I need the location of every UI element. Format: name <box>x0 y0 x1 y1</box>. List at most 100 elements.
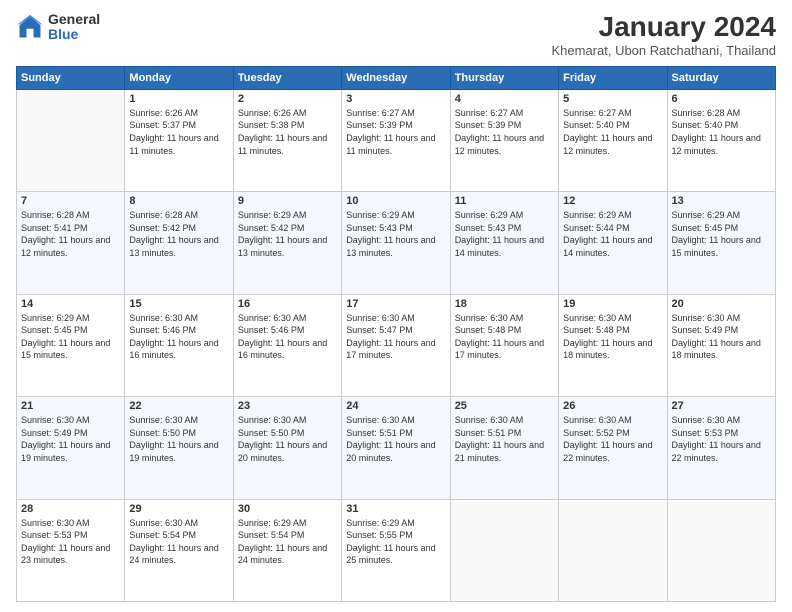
calendar-cell-1-0: 7 Sunrise: 6:28 AMSunset: 5:41 PMDayligh… <box>17 192 125 294</box>
day-number: 10 <box>346 195 445 207</box>
calendar-cell-2-6: 20 Sunrise: 6:30 AMSunset: 5:49 PMDaylig… <box>667 294 775 396</box>
day-info: Sunrise: 6:29 AMSunset: 5:45 PMDaylight:… <box>21 313 110 361</box>
calendar-cell-0-3: 3 Sunrise: 6:27 AMSunset: 5:39 PMDayligh… <box>342 89 450 191</box>
logo-general-text: General <box>48 12 100 27</box>
day-number: 15 <box>129 298 228 310</box>
calendar-cell-2-1: 15 Sunrise: 6:30 AMSunset: 5:46 PMDaylig… <box>125 294 233 396</box>
day-number: 11 <box>455 195 554 207</box>
header: General Blue January 2024 Khemarat, Ubon… <box>16 12 776 58</box>
week-row-5: 28 Sunrise: 6:30 AMSunset: 5:53 PMDaylig… <box>17 499 776 601</box>
day-number: 18 <box>455 298 554 310</box>
calendar-cell-2-2: 16 Sunrise: 6:30 AMSunset: 5:46 PMDaylig… <box>233 294 341 396</box>
calendar-cell-3-2: 23 Sunrise: 6:30 AMSunset: 5:50 PMDaylig… <box>233 397 341 499</box>
calendar-cell-4-4 <box>450 499 558 601</box>
day-info: Sunrise: 6:30 AMSunset: 5:51 PMDaylight:… <box>455 415 544 463</box>
week-row-2: 7 Sunrise: 6:28 AMSunset: 5:41 PMDayligh… <box>17 192 776 294</box>
calendar-cell-1-4: 11 Sunrise: 6:29 AMSunset: 5:43 PMDaylig… <box>450 192 558 294</box>
day-number: 19 <box>563 298 662 310</box>
day-number: 25 <box>455 400 554 412</box>
day-number: 31 <box>346 503 445 515</box>
calendar-cell-2-4: 18 Sunrise: 6:30 AMSunset: 5:48 PMDaylig… <box>450 294 558 396</box>
day-info: Sunrise: 6:27 AMSunset: 5:39 PMDaylight:… <box>455 108 544 156</box>
week-row-3: 14 Sunrise: 6:29 AMSunset: 5:45 PMDaylig… <box>17 294 776 396</box>
day-number: 24 <box>346 400 445 412</box>
day-number: 20 <box>672 298 771 310</box>
day-info: Sunrise: 6:30 AMSunset: 5:46 PMDaylight:… <box>238 313 327 361</box>
day-info: Sunrise: 6:30 AMSunset: 5:48 PMDaylight:… <box>563 313 652 361</box>
day-number: 1 <box>129 93 228 105</box>
title-block: January 2024 Khemarat, Ubon Ratchathani,… <box>551 12 776 58</box>
day-info: Sunrise: 6:30 AMSunset: 5:46 PMDaylight:… <box>129 313 218 361</box>
calendar-cell-3-3: 24 Sunrise: 6:30 AMSunset: 5:51 PMDaylig… <box>342 397 450 499</box>
calendar-cell-0-4: 4 Sunrise: 6:27 AMSunset: 5:39 PMDayligh… <box>450 89 558 191</box>
day-number: 26 <box>563 400 662 412</box>
col-friday: Friday <box>559 66 667 89</box>
day-number: 7 <box>21 195 120 207</box>
day-info: Sunrise: 6:29 AMSunset: 5:55 PMDaylight:… <box>346 518 435 566</box>
page: General Blue January 2024 Khemarat, Ubon… <box>0 0 792 612</box>
day-info: Sunrise: 6:26 AMSunset: 5:37 PMDaylight:… <box>129 108 218 156</box>
day-info: Sunrise: 6:29 AMSunset: 5:42 PMDaylight:… <box>238 210 327 258</box>
day-info: Sunrise: 6:29 AMSunset: 5:43 PMDaylight:… <box>346 210 435 258</box>
calendar-cell-0-0 <box>17 89 125 191</box>
day-number: 13 <box>672 195 771 207</box>
calendar-cell-1-5: 12 Sunrise: 6:29 AMSunset: 5:44 PMDaylig… <box>559 192 667 294</box>
day-number: 28 <box>21 503 120 515</box>
day-info: Sunrise: 6:28 AMSunset: 5:41 PMDaylight:… <box>21 210 110 258</box>
calendar-cell-2-5: 19 Sunrise: 6:30 AMSunset: 5:48 PMDaylig… <box>559 294 667 396</box>
calendar-cell-4-1: 29 Sunrise: 6:30 AMSunset: 5:54 PMDaylig… <box>125 499 233 601</box>
day-number: 16 <box>238 298 337 310</box>
day-number: 30 <box>238 503 337 515</box>
day-info: Sunrise: 6:30 AMSunset: 5:52 PMDaylight:… <box>563 415 652 463</box>
day-info: Sunrise: 6:30 AMSunset: 5:53 PMDaylight:… <box>21 518 110 566</box>
day-info: Sunrise: 6:29 AMSunset: 5:43 PMDaylight:… <box>455 210 544 258</box>
calendar-cell-3-1: 22 Sunrise: 6:30 AMSunset: 5:50 PMDaylig… <box>125 397 233 499</box>
day-info: Sunrise: 6:26 AMSunset: 5:38 PMDaylight:… <box>238 108 327 156</box>
calendar-header-row: Sunday Monday Tuesday Wednesday Thursday… <box>17 66 776 89</box>
calendar-cell-3-4: 25 Sunrise: 6:30 AMSunset: 5:51 PMDaylig… <box>450 397 558 499</box>
day-info: Sunrise: 6:28 AMSunset: 5:40 PMDaylight:… <box>672 108 761 156</box>
day-number: 4 <box>455 93 554 105</box>
day-number: 23 <box>238 400 337 412</box>
calendar-cell-1-1: 8 Sunrise: 6:28 AMSunset: 5:42 PMDayligh… <box>125 192 233 294</box>
day-number: 27 <box>672 400 771 412</box>
day-number: 22 <box>129 400 228 412</box>
calendar-cell-3-5: 26 Sunrise: 6:30 AMSunset: 5:52 PMDaylig… <box>559 397 667 499</box>
main-title: January 2024 <box>551 12 776 43</box>
calendar-cell-2-0: 14 Sunrise: 6:29 AMSunset: 5:45 PMDaylig… <box>17 294 125 396</box>
week-row-1: 1 Sunrise: 6:26 AMSunset: 5:37 PMDayligh… <box>17 89 776 191</box>
calendar-cell-2-3: 17 Sunrise: 6:30 AMSunset: 5:47 PMDaylig… <box>342 294 450 396</box>
day-info: Sunrise: 6:30 AMSunset: 5:50 PMDaylight:… <box>129 415 218 463</box>
col-tuesday: Tuesday <box>233 66 341 89</box>
calendar-cell-0-2: 2 Sunrise: 6:26 AMSunset: 5:38 PMDayligh… <box>233 89 341 191</box>
col-sunday: Sunday <box>17 66 125 89</box>
logo: General Blue <box>16 12 100 43</box>
calendar-cell-1-6: 13 Sunrise: 6:29 AMSunset: 5:45 PMDaylig… <box>667 192 775 294</box>
day-number: 17 <box>346 298 445 310</box>
day-number: 3 <box>346 93 445 105</box>
calendar-cell-0-6: 6 Sunrise: 6:28 AMSunset: 5:40 PMDayligh… <box>667 89 775 191</box>
calendar-cell-4-6 <box>667 499 775 601</box>
day-number: 29 <box>129 503 228 515</box>
day-number: 21 <box>21 400 120 412</box>
calendar-cell-0-1: 1 Sunrise: 6:26 AMSunset: 5:37 PMDayligh… <box>125 89 233 191</box>
subtitle: Khemarat, Ubon Ratchathani, Thailand <box>551 43 776 58</box>
day-info: Sunrise: 6:30 AMSunset: 5:49 PMDaylight:… <box>21 415 110 463</box>
day-info: Sunrise: 6:29 AMSunset: 5:45 PMDaylight:… <box>672 210 761 258</box>
calendar-cell-4-5 <box>559 499 667 601</box>
day-number: 14 <box>21 298 120 310</box>
day-info: Sunrise: 6:30 AMSunset: 5:53 PMDaylight:… <box>672 415 761 463</box>
day-info: Sunrise: 6:30 AMSunset: 5:51 PMDaylight:… <box>346 415 435 463</box>
calendar-cell-4-0: 28 Sunrise: 6:30 AMSunset: 5:53 PMDaylig… <box>17 499 125 601</box>
calendar-cell-3-0: 21 Sunrise: 6:30 AMSunset: 5:49 PMDaylig… <box>17 397 125 499</box>
day-info: Sunrise: 6:30 AMSunset: 5:47 PMDaylight:… <box>346 313 435 361</box>
day-number: 6 <box>672 93 771 105</box>
day-info: Sunrise: 6:30 AMSunset: 5:49 PMDaylight:… <box>672 313 761 361</box>
calendar-cell-1-3: 10 Sunrise: 6:29 AMSunset: 5:43 PMDaylig… <box>342 192 450 294</box>
logo-blue-text: Blue <box>48 27 100 42</box>
calendar-cell-0-5: 5 Sunrise: 6:27 AMSunset: 5:40 PMDayligh… <box>559 89 667 191</box>
day-info: Sunrise: 6:27 AMSunset: 5:39 PMDaylight:… <box>346 108 435 156</box>
week-row-4: 21 Sunrise: 6:30 AMSunset: 5:49 PMDaylig… <box>17 397 776 499</box>
calendar-cell-3-6: 27 Sunrise: 6:30 AMSunset: 5:53 PMDaylig… <box>667 397 775 499</box>
col-thursday: Thursday <box>450 66 558 89</box>
